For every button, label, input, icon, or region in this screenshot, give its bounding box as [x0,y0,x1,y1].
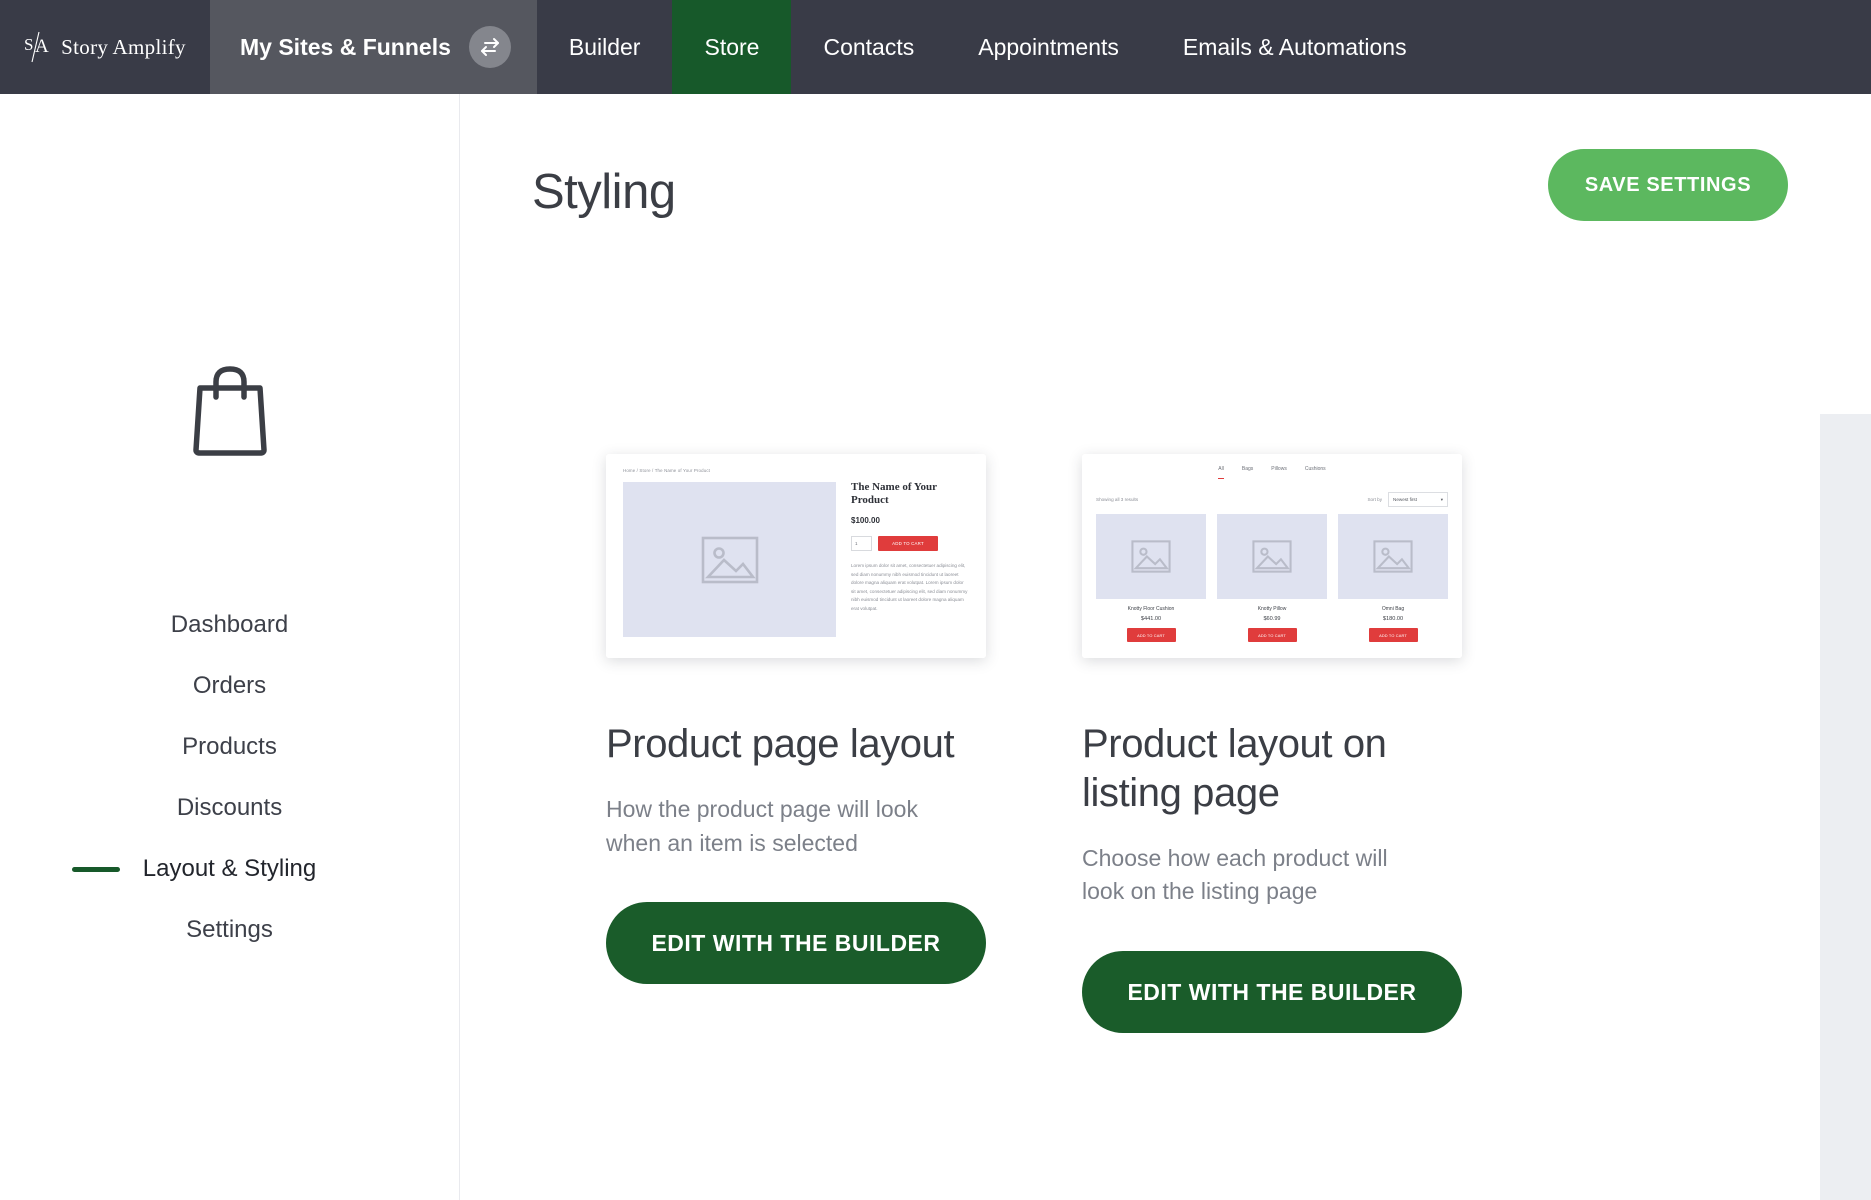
mock-product-price: $180.00 [1382,616,1404,622]
mock-breadcrumb: Home / Store / The Name of Your Product [623,468,711,473]
layout-option-cards: Home / Store / The Name of Your Product … [460,454,1820,1034]
svg-text:S: S [24,35,33,54]
mock-quantity-input[interactable]: 1 [851,536,872,552]
mock-cart-row: 1 ADD TO CART [851,536,969,552]
page-header: Styling SAVE SETTINGS [460,94,1871,284]
card-title: Product layout on listing page [1082,722,1387,815]
nav-tab-label: Appointments [978,33,1119,60]
product-page-preview-thumbnail[interactable]: Home / Store / The Name of Your Product … [606,454,986,658]
mock-product-image-placeholder [1338,514,1448,599]
mock-sort-label: Sort by [1367,497,1382,502]
sidebar-item-layout-and-styling[interactable]: Layout & Styling [0,838,459,899]
sidebar-item-label: Orders [192,671,267,699]
edit-with-builder-button-listing-page[interactable]: EDIT WITH THE BUILDER [1082,951,1462,1034]
store-sidebar: Dashboard Orders Products Discounts Layo… [0,94,460,1200]
sidebar-item-dashboard[interactable]: Dashboard [0,594,459,655]
image-placeholder-icon [701,536,758,583]
sidebar-item-orders[interactable]: Orders [0,655,459,716]
mock-product-cell[interactable]: Knotty Floor Cushion $441.00 ADD TO CART [1096,514,1206,642]
nav-tab-label: Emails & Automations [1182,33,1407,60]
nav-tab-emails-and-automations[interactable]: Emails & Automations [1151,0,1439,94]
active-indicator [72,866,120,872]
nav-tab-label: My Sites & Funnels [240,33,451,60]
sidebar-item-label: Settings [186,915,273,943]
nav-tab-store[interactable]: Store [672,0,792,94]
nav-tab-my-sites-and-funnels[interactable]: My Sites & Funnels [210,0,537,94]
brand-logo[interactable]: S A Story Amplify [0,0,210,94]
mock-product-image-placeholder [1217,514,1327,599]
mock-product-details: The Name of Your Product $100.00 1 ADD T… [851,481,969,613]
card-product-layout-listing-page: All Bags Pillows Cushions Showing all 3 … [1082,454,1462,1034]
nav-tab-label: Builder [568,33,641,60]
mock-add-to-cart-button[interactable]: ADD TO CART [1126,628,1176,642]
card-title: Product page layout [606,722,955,766]
sidebar-item-label: Products [182,732,277,760]
mock-filter-tab-all[interactable]: All [1218,466,1224,480]
nav-tab-contacts[interactable]: Contacts [791,0,946,94]
mock-add-to-cart-button[interactable]: ADD TO CART [1368,628,1418,642]
top-navigation-bar: S A Story Amplify My Sites & Funnels Bui… [0,0,1871,94]
mock-listing-meta: Showing all 3 results Sort by Newest fir… [1096,492,1448,507]
mock-product-cell[interactable]: Omni Bag $180.00 ADD TO CART [1338,514,1448,642]
page-title: Styling [532,165,676,219]
nav-tab-label: Contacts [823,33,915,60]
mock-product-description: Lorem ipsum dolor sit amet, consectetuer… [851,563,968,611]
shopping-bag-glyph [192,366,267,456]
mock-results-count: Showing all 3 results [1096,497,1139,502]
swap-arrows-icon[interactable] [468,26,511,68]
chevron-down-icon: ▾ [1440,496,1443,502]
image-placeholder-icon [1252,540,1292,573]
sidebar-item-label: Discounts [176,793,283,821]
nav-tab-label: Store [704,33,760,60]
mock-product-image-placeholder [1096,514,1206,599]
card-product-page-layout: Home / Store / The Name of Your Product … [606,454,986,1033]
sidebar-item-discounts[interactable]: Discounts [0,777,459,838]
mock-add-to-cart-button[interactable]: ADD TO CART [1247,628,1297,642]
mock-product-name: The Name of Your Product [851,481,937,507]
nav-tab-appointments[interactable]: Appointments [946,0,1151,94]
main-content-area: Styling SAVE SETTINGS Home / Store / The… [460,94,1871,1200]
story-amplify-monogram-icon: S A [24,31,49,63]
mock-sort-select[interactable]: Newest first ▾ [1388,492,1448,507]
styling-content-panel: Home / Store / The Name of Your Product … [460,284,1820,1200]
mock-product-price: $441.00 [1140,616,1162,622]
mock-filter-tab-cushions[interactable]: Cushions [1305,466,1326,472]
sidebar-item-settings[interactable]: Settings [0,899,459,960]
brand-name: Story Amplify [61,34,186,59]
listing-page-preview-thumbnail[interactable]: All Bags Pillows Cushions Showing all 3 … [1082,454,1462,658]
sidebar-item-label: Dashboard [170,610,289,638]
mock-filter-tabs: All Bags Pillows Cushions [1082,466,1462,480]
mock-sort-value: Newest first [1393,497,1417,502]
image-placeholder-icon [1373,540,1413,573]
sidebar-item-label: Layout & Styling [142,854,317,882]
edit-with-builder-button-product-page[interactable]: EDIT WITH THE BUILDER [606,902,986,985]
mock-filter-tab-pillows[interactable]: Pillows [1271,466,1287,472]
mock-product-name: Knotty Floor Cushion [1127,606,1175,612]
mock-product-name: Knotty Pillow [1257,606,1287,612]
sidebar-menu: Dashboard Orders Products Discounts Layo… [0,594,459,960]
mock-filter-tab-bags[interactable]: Bags [1242,466,1253,472]
save-settings-button[interactable]: SAVE SETTINGS [1548,149,1788,221]
mock-product-price: $100.00 [851,516,880,526]
mock-product-grid: Knotty Floor Cushion $441.00 ADD TO CART [1096,514,1448,642]
nav-tab-builder[interactable]: Builder [537,0,673,94]
card-description: How the product page will look when an i… [606,795,918,856]
sidebar-item-products[interactable]: Products [0,716,459,777]
mock-product-cell[interactable]: Knotty Pillow $60.99 ADD TO CART [1217,514,1327,642]
image-placeholder-icon [1131,540,1171,573]
mock-product-price: $60.99 [1263,616,1281,622]
product-page-mock: Home / Store / The Name of Your Product … [606,454,986,658]
mock-sort-control: Sort by Newest first ▾ [1367,492,1448,507]
shopping-bag-icon [0,364,459,456]
card-description: Choose how each product will look on the… [1082,844,1388,905]
listing-page-mock: All Bags Pillows Cushions Showing all 3 … [1082,454,1462,658]
mock-add-to-cart-button[interactable]: ADD TO CART [878,536,938,552]
swap-arrows-glyph [480,38,499,56]
mock-product-image-placeholder [623,482,836,637]
mock-product-name: Omni Bag [1381,606,1405,612]
